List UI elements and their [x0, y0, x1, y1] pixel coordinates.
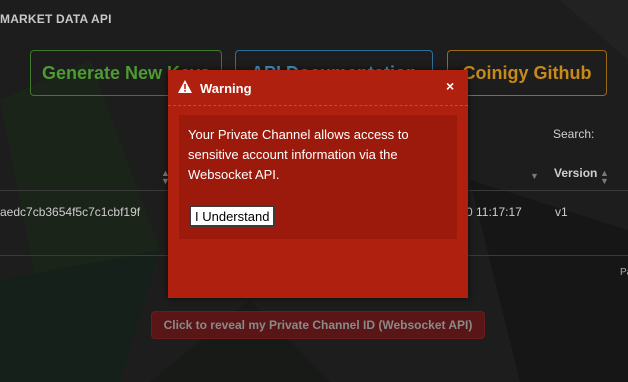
search-label: Search:	[553, 127, 595, 141]
warning-icon	[178, 80, 192, 93]
coinigy-github-button[interactable]: Coinigy Github	[447, 50, 607, 96]
modal-header: Warning ×	[168, 70, 468, 106]
reveal-private-channel-button[interactable]: Click to reveal my Private Channel ID (W…	[151, 311, 485, 339]
table-cell-date: 0 11:17:17	[466, 205, 522, 219]
pagination: Pa	[620, 267, 628, 278]
warning-modal: Warning × Your Private Channel allows ac…	[168, 70, 468, 298]
modal-title: Warning	[200, 81, 252, 96]
column-header-version[interactable]: Version	[554, 166, 597, 180]
sort-desc-icon[interactable]: ▼	[530, 172, 539, 181]
i-understand-button[interactable]: I Understand	[189, 205, 276, 227]
sort-icon[interactable]: ▲ ▼	[600, 169, 609, 186]
modal-message: Your Private Channel allows access to se…	[188, 127, 409, 182]
table-cell-key: aedc7cb3654f5c7c1cbf19f	[0, 205, 141, 219]
table-cell-version: v1	[555, 205, 568, 219]
modal-body: Your Private Channel allows access to se…	[179, 115, 457, 239]
close-icon[interactable]: ×	[446, 79, 454, 93]
section-title: MARKET DATA API	[0, 12, 112, 26]
